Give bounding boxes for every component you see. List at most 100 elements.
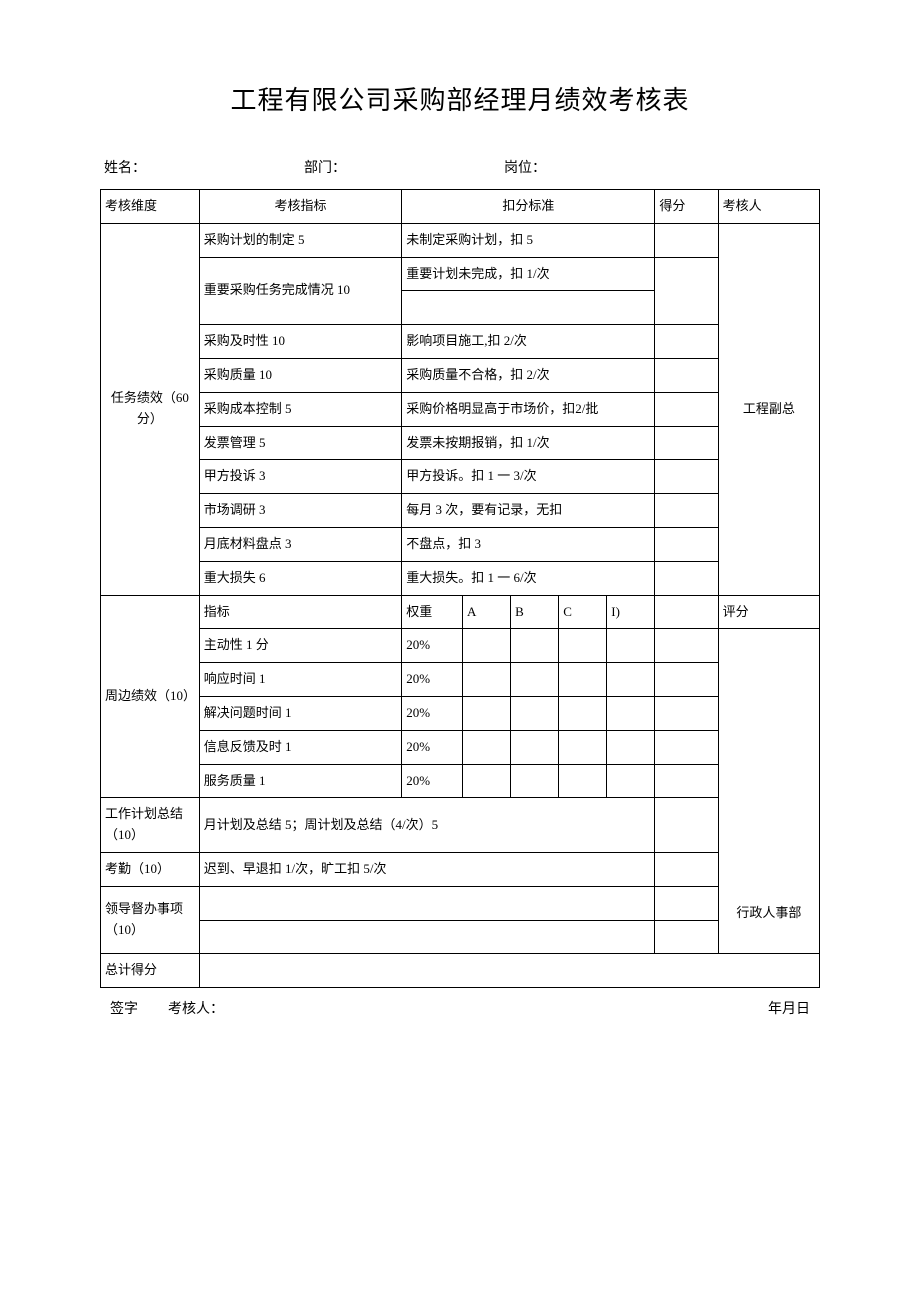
- table-row: 采购成本控制 5 采购价格明显高于市场价，扣2/批: [101, 392, 820, 426]
- total-score-cell[interactable]: [199, 954, 819, 988]
- dimension-cell-total: 总计得分: [101, 954, 200, 988]
- grade-cell[interactable]: [511, 629, 559, 663]
- score-cell[interactable]: [655, 764, 718, 798]
- standard-cell: 影响项目施工,扣 2/次: [402, 325, 655, 359]
- score-cell[interactable]: [655, 257, 718, 325]
- standard-cell: 发票未按期报销，扣 1/次: [402, 426, 655, 460]
- post-label: 岗位：: [504, 161, 546, 176]
- grade-cell[interactable]: [607, 663, 655, 697]
- grade-cell[interactable]: [607, 629, 655, 663]
- metric-cell: 甲方投诉 3: [199, 460, 402, 494]
- table-row: 发票管理 5 发票未按期报销，扣 1/次: [101, 426, 820, 460]
- peripheral-d-header: I): [607, 595, 655, 629]
- metric-cell: 解决问题时间 1: [199, 696, 402, 730]
- table-row: 工作计划总结（10） 月计划及总结 5；周计划及总结（4/次）5: [101, 798, 820, 853]
- score-cell[interactable]: [655, 358, 718, 392]
- grade-cell[interactable]: [463, 629, 511, 663]
- col-score: 得分: [655, 190, 718, 224]
- grade-cell[interactable]: [559, 730, 607, 764]
- score-cell[interactable]: [655, 595, 718, 629]
- dimension-cell-plan: 工作计划总结（10）: [101, 798, 200, 853]
- score-cell[interactable]: [655, 886, 718, 920]
- col-standard: 扣分标准: [402, 190, 655, 224]
- grade-cell[interactable]: [463, 663, 511, 697]
- standard-cell-empty: [402, 291, 655, 325]
- table-row: 采购质量 10 采购质量不合格，扣 2/次: [101, 358, 820, 392]
- grade-cell[interactable]: [511, 730, 559, 764]
- standard-cell: 重要计划未完成，扣 1/次: [402, 257, 655, 291]
- col-metric: 考核指标: [199, 190, 402, 224]
- score-cell[interactable]: [655, 325, 718, 359]
- grade-cell[interactable]: [559, 764, 607, 798]
- weight-cell: 20%: [402, 629, 463, 663]
- assessment-table: 考核维度 考核指标 扣分标准 得分 考核人 任务绩效（60分） 采购计划的制定 …: [100, 189, 820, 988]
- metric-cell: 主动性 1 分: [199, 629, 402, 663]
- supervise-content-cell[interactable]: [199, 920, 655, 954]
- grade-cell[interactable]: [463, 696, 511, 730]
- score-cell[interactable]: [655, 663, 718, 697]
- metric-cell: 采购计划的制定 5: [199, 223, 402, 257]
- score-cell[interactable]: [655, 920, 718, 954]
- table-row: 月底材料盘点 3 不盘点，扣 3: [101, 527, 820, 561]
- table-row: 采购及时性 10 影响项目施工,扣 2/次: [101, 325, 820, 359]
- sign-label: 签字: [110, 998, 138, 1018]
- col-dimension: 考核维度: [101, 190, 200, 224]
- page-title: 工程有限公司采购部经理月绩效考核表: [100, 80, 820, 117]
- table-row: 响应时间 1 20%: [101, 663, 820, 697]
- grade-cell[interactable]: [607, 730, 655, 764]
- table-row: 考勤（10） 迟到、早退扣 1/次，旷工扣 5/次: [101, 852, 820, 886]
- metric-cell: 重大损失 6: [199, 561, 402, 595]
- score-cell[interactable]: [655, 629, 718, 663]
- table-row: 服务质量 1 20%: [101, 764, 820, 798]
- standard-cell: 采购质量不合格，扣 2/次: [402, 358, 655, 392]
- table-row: 主动性 1 分 20% 行政人事部: [101, 629, 820, 663]
- grade-cell[interactable]: [559, 629, 607, 663]
- table-row: 领导督办事项（10）: [101, 886, 820, 920]
- score-cell[interactable]: [655, 494, 718, 528]
- plan-content-cell: 月计划及总结 5；周计划及总结（4/次）5: [199, 798, 655, 853]
- score-cell[interactable]: [655, 392, 718, 426]
- col-reviewer: 考核人: [718, 190, 819, 224]
- grade-cell[interactable]: [463, 764, 511, 798]
- score-cell[interactable]: [655, 527, 718, 561]
- metric-cell: 重要采购任务完成情况 10: [199, 257, 402, 325]
- score-cell[interactable]: [655, 561, 718, 595]
- standard-cell: 未制定采购计划，扣 5: [402, 223, 655, 257]
- peripheral-a-header: A: [463, 595, 511, 629]
- grade-cell[interactable]: [511, 663, 559, 697]
- dimension-cell-peripheral: 周边绩效（10）: [101, 595, 200, 798]
- supervise-content-cell[interactable]: [199, 886, 655, 920]
- weight-cell: 20%: [402, 764, 463, 798]
- peripheral-b-header: B: [511, 595, 559, 629]
- grade-cell[interactable]: [559, 663, 607, 697]
- score-cell[interactable]: [655, 798, 718, 853]
- grade-cell[interactable]: [607, 696, 655, 730]
- table-row: 解决问题时间 1 20%: [101, 696, 820, 730]
- standard-cell: 不盘点，扣 3: [402, 527, 655, 561]
- peripheral-c-header: C: [559, 595, 607, 629]
- table-row: 市场调研 3 每月 3 次，要有记录，无扣: [101, 494, 820, 528]
- score-cell[interactable]: [655, 730, 718, 764]
- grade-cell[interactable]: [511, 764, 559, 798]
- metric-cell: 服务质量 1: [199, 764, 402, 798]
- table-row: 总计得分: [101, 954, 820, 988]
- grade-cell[interactable]: [559, 696, 607, 730]
- table-row: 信息反馈及时 1 20%: [101, 730, 820, 764]
- metric-cell: 市场调研 3: [199, 494, 402, 528]
- grade-cell[interactable]: [511, 696, 559, 730]
- peripheral-reviewer-header: 评分: [718, 595, 819, 629]
- table-header-row: 考核维度 考核指标 扣分标准 得分 考核人: [101, 190, 820, 224]
- score-cell[interactable]: [655, 460, 718, 494]
- metric-cell: 信息反馈及时 1: [199, 730, 402, 764]
- metric-cell: 采购成本控制 5: [199, 392, 402, 426]
- score-cell[interactable]: [655, 852, 718, 886]
- footer-row: 签字 考核人： 年月日: [100, 998, 820, 1018]
- dept-label: 部门：: [304, 161, 346, 176]
- table-row: 周边绩效（10） 指标 权重 A B C I) 评分: [101, 595, 820, 629]
- score-cell[interactable]: [655, 223, 718, 257]
- grade-cell[interactable]: [607, 764, 655, 798]
- score-cell[interactable]: [655, 426, 718, 460]
- grade-cell[interactable]: [463, 730, 511, 764]
- score-cell[interactable]: [655, 696, 718, 730]
- metric-cell: 采购及时性 10: [199, 325, 402, 359]
